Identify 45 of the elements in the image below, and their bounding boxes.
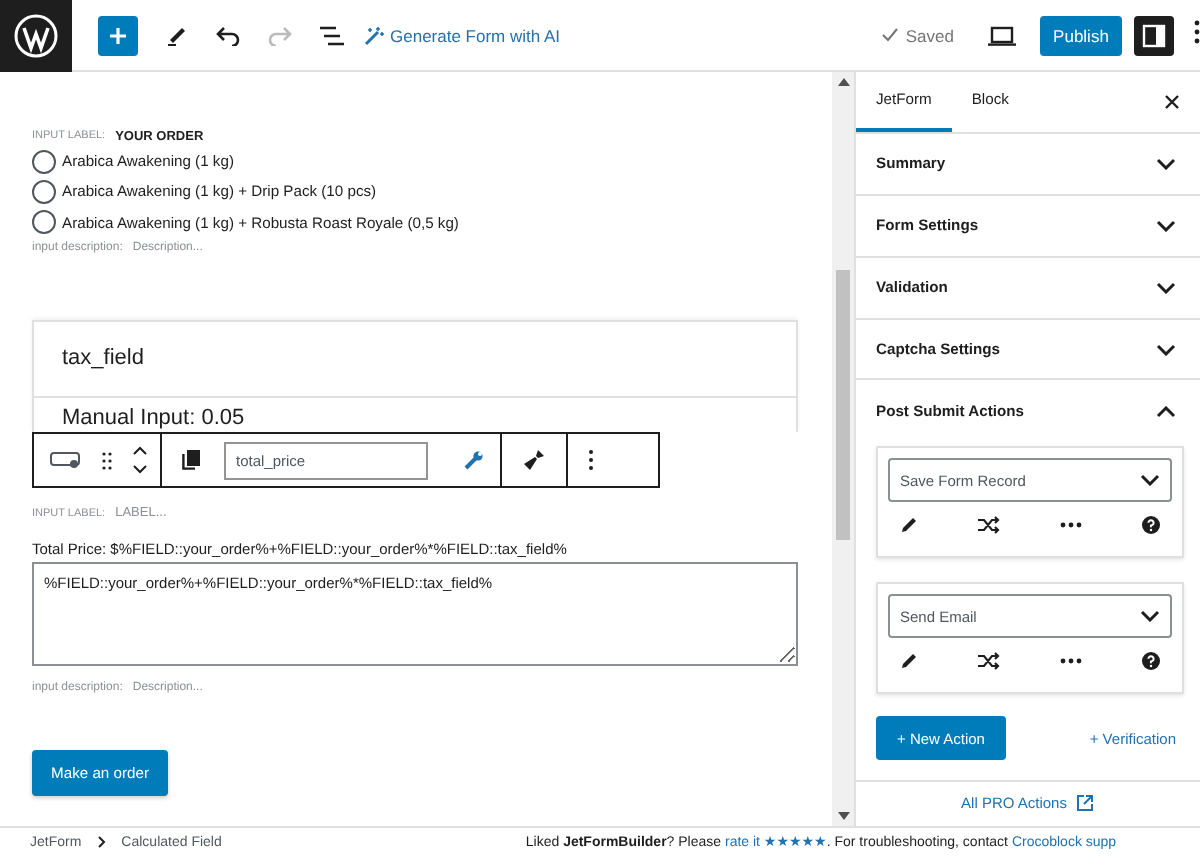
- undo-icon[interactable]: [216, 25, 240, 45]
- magic-wand-icon: [364, 25, 384, 45]
- ellipsis-icon[interactable]: [1060, 658, 1082, 665]
- block-type-icon[interactable]: [50, 451, 82, 469]
- wordpress-logo[interactable]: [0, 0, 72, 71]
- plus-icon: [108, 25, 128, 45]
- radio-button[interactable]: [32, 210, 56, 235]
- check-icon: [881, 28, 898, 42]
- generate-form-button[interactable]: Generate Form with AI: [364, 25, 561, 45]
- chevron-down-icon: [1156, 157, 1176, 170]
- scrollbar[interactable]: [832, 72, 854, 826]
- radio-button[interactable]: [32, 149, 56, 174]
- drag-handle-icon[interactable]: [102, 451, 112, 469]
- pencil-icon[interactable]: [900, 652, 918, 671]
- list-view-icon[interactable]: [320, 25, 344, 45]
- pencil-icon[interactable]: [166, 24, 188, 46]
- add-block-button[interactable]: [98, 15, 138, 55]
- chevron-up-icon: [1156, 405, 1176, 418]
- pencil-icon[interactable]: [900, 516, 918, 535]
- chevron-down-icon: [1156, 343, 1176, 355]
- save-status: Saved: [905, 25, 954, 45]
- shuffle-icon[interactable]: [978, 652, 1000, 671]
- shuffle-icon[interactable]: [978, 516, 1000, 535]
- radio-button[interactable]: [32, 179, 56, 204]
- help-icon[interactable]: [1142, 652, 1160, 671]
- more-options-icon[interactable]: [588, 450, 594, 470]
- laptop-icon[interactable]: [988, 25, 1016, 45]
- card-value: Manual Input: 0.05: [62, 405, 245, 432]
- help-icon[interactable]: [1142, 516, 1160, 535]
- scroll-down-icon[interactable]: [837, 812, 849, 820]
- chevron-down-icon: [1140, 610, 1160, 623]
- chevron-down-icon: [1140, 474, 1160, 487]
- chevron-down-icon: [1156, 281, 1176, 294]
- sidebar-toggle-icon[interactable]: [1134, 15, 1174, 55]
- move-arrows-icon[interactable]: [132, 444, 148, 476]
- external-link-icon: [1076, 794, 1095, 813]
- wrench-icon[interactable]: [464, 450, 484, 470]
- copy-icon[interactable]: [182, 450, 200, 470]
- scroll-up-icon[interactable]: [837, 78, 849, 86]
- chevron-down-icon: [1156, 219, 1176, 232]
- card-title: tax_field: [62, 346, 144, 371]
- scrollbar-thumb[interactable]: [836, 270, 850, 540]
- publish-button[interactable]: Publish: [1040, 15, 1122, 55]
- ellipsis-icon[interactable]: [1060, 522, 1082, 529]
- chevron-right-icon: [97, 836, 106, 848]
